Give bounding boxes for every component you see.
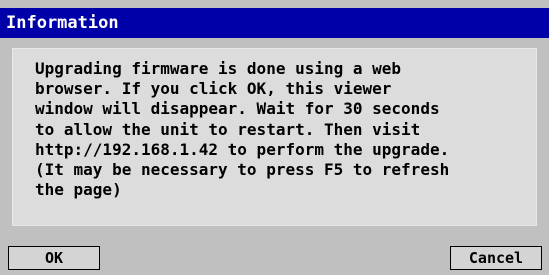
information-dialog: Information Upgrading firmware is done u… bbox=[0, 0, 549, 275]
message-line: to allow the unit to restart. Then visit bbox=[35, 119, 421, 139]
message-line: window will disappear. Wait for 30 secon… bbox=[35, 99, 440, 119]
message-line: the page) bbox=[35, 180, 122, 200]
dialog-titlebar: Information bbox=[0, 8, 549, 38]
message-panel: Upgrading firmware is done using a web b… bbox=[12, 48, 537, 226]
ok-button[interactable]: OK bbox=[8, 246, 100, 270]
message-line: (It may be necessary to press F5 to refr… bbox=[35, 160, 450, 180]
message-line: http://192.168.1.42 to perform the upgra… bbox=[35, 139, 450, 159]
message-line: browser. If you click OK, this viewer bbox=[35, 79, 392, 99]
cancel-button[interactable]: Cancel bbox=[450, 246, 542, 270]
message-line: Upgrading firmware is done using a web bbox=[35, 59, 402, 78]
dialog-title: Information bbox=[6, 13, 119, 33]
